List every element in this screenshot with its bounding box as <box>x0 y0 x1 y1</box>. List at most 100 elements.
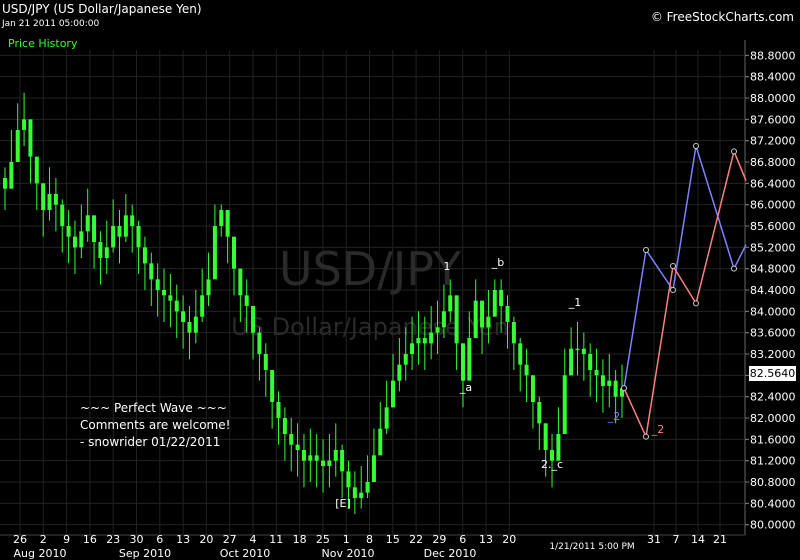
candle-body <box>505 306 510 322</box>
projection-blue-point <box>693 143 699 149</box>
y-tick-label: 88.0000 <box>750 92 796 105</box>
x-tick-label: 29 <box>432 533 446 546</box>
projection-blue-point <box>643 247 649 253</box>
candle-body <box>225 210 230 237</box>
candle-body <box>314 455 319 461</box>
candle-body <box>219 210 224 226</box>
candle-body <box>111 226 116 248</box>
x-tick-label: 26 <box>13 533 27 546</box>
x-tick-label: 9 <box>63 533 70 546</box>
x-tick-label: 20 <box>199 533 213 546</box>
y-tick-label: 85.6000 <box>750 220 796 233</box>
projection-start-point <box>621 385 627 392</box>
wave-label: _b <box>491 256 505 269</box>
candle-body <box>340 450 345 472</box>
x-month-label: Dec 2010 <box>424 547 477 560</box>
brand-label[interactable]: © FreeStockCharts.com <box>651 10 794 24</box>
x-tick-label: 13 <box>176 533 190 546</box>
y-tick-label: 80.8000 <box>750 476 796 489</box>
x-month-label: Nov 2010 <box>322 547 375 560</box>
candle-body <box>174 300 179 312</box>
y-tick-label: 84.0000 <box>750 305 796 318</box>
candle-body <box>454 295 459 344</box>
candle-body <box>295 444 300 450</box>
y-tick-label: 88.4000 <box>750 71 796 84</box>
y-tick-label: 87.2000 <box>750 135 796 148</box>
x-tick-label: 11 <box>269 533 283 546</box>
wave-label: [E] <box>335 497 351 510</box>
x-tick-label: 21 <box>713 533 727 546</box>
x-month-label: Sep 2010 <box>119 547 171 560</box>
wave-label: _2 <box>651 423 665 436</box>
candle-body <box>66 226 71 237</box>
price-chart: 88.8000 88.4000 88.0000 87.6000 87.2000 86.80… <box>0 40 796 560</box>
candle-body <box>429 332 434 344</box>
candle-body <box>346 471 351 488</box>
candle-body <box>518 343 523 365</box>
candle-body <box>499 290 504 306</box>
x-tick-label: 16 <box>83 533 97 546</box>
y-tick-label: 84.4000 <box>750 284 796 297</box>
candle-body <box>308 455 313 461</box>
candle-body <box>263 354 268 370</box>
projection-blue-point <box>731 265 737 272</box>
candle-body <box>448 295 453 312</box>
candle-body <box>98 242 103 258</box>
candle-body <box>371 455 376 482</box>
note-line: Comments are welcome! <box>80 418 231 432</box>
y-tick-label: 87.6000 <box>750 113 796 126</box>
projection-red-point <box>643 433 649 440</box>
candle-body <box>537 402 542 424</box>
candle-body <box>22 119 27 130</box>
candle-body <box>142 247 147 264</box>
series-label[interactable]: Price History <box>8 37 77 50</box>
x-tick-label: 30 <box>130 533 144 546</box>
x-tick-label: 6 <box>459 533 466 546</box>
y-tick-label: 81.2000 <box>750 455 796 468</box>
y-tick-label: 84.8000 <box>750 263 796 276</box>
candle-body <box>162 290 167 296</box>
projection-red-point <box>693 300 699 307</box>
candle-body <box>416 338 421 344</box>
candle-body <box>181 311 186 322</box>
x-tick-label: 31 <box>647 533 661 546</box>
candle-body <box>155 279 160 290</box>
x-tick-label: 15 <box>386 533 400 546</box>
annotation-note: ~~~ Perfect Wave ~~~ Comments are welcom… <box>80 400 230 451</box>
candle-body <box>200 295 205 317</box>
candle-body <box>594 370 599 376</box>
candle-body <box>569 348 574 376</box>
last-bar-date-label: 1/21/2011 5:00 PM <box>549 542 634 552</box>
candle-body <box>556 434 561 461</box>
y-tick-label: 86.0000 <box>750 199 796 212</box>
y-tick-label: 88.8000 <box>750 49 796 62</box>
candle-body <box>238 268 243 296</box>
candle-body <box>333 450 338 461</box>
candle-body <box>562 375 567 434</box>
candle-body <box>3 178 7 189</box>
candle-body <box>473 300 478 338</box>
candle-body <box>187 322 192 333</box>
note-line: - snowrider 01/22/2011 <box>80 435 221 449</box>
y-tick-label: 86.4000 <box>750 177 796 190</box>
candle-body <box>384 407 389 429</box>
y-tick-label: 83.2000 <box>750 348 796 361</box>
candle-body <box>47 194 52 210</box>
y-tick-label: 86.8000 <box>750 156 796 169</box>
candle-body <box>282 418 287 434</box>
candle-body <box>276 402 281 418</box>
x-tick-label: 27 <box>223 533 237 546</box>
candle-body <box>149 263 154 280</box>
x-tick-label: 22 <box>409 533 423 546</box>
candle-body <box>301 450 306 461</box>
candle-body <box>588 354 593 370</box>
candle-body <box>422 338 427 344</box>
candle-body <box>168 295 173 301</box>
candle-body <box>15 130 20 162</box>
x-tick-label: 1 <box>343 533 350 546</box>
projection-red-line <box>623 148 747 440</box>
wave-label: 1 <box>444 260 451 273</box>
candle-body <box>79 231 84 248</box>
candle-body <box>600 375 605 386</box>
y-tick-label: 83.6000 <box>750 327 796 340</box>
